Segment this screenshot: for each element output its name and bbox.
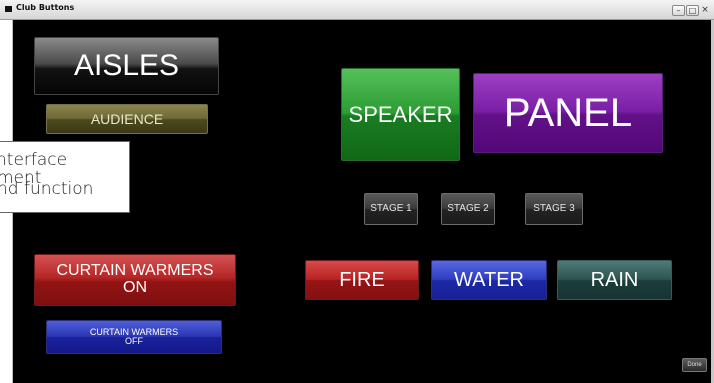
aisles-button[interactable]: AISLES (34, 37, 219, 95)
stage-1-button[interactable]: STAGE 1 (364, 193, 418, 225)
curtain-warmers-off-button[interactable]: CURTAIN WARMERS OFF (46, 320, 222, 354)
maximize-button[interactable]: □ (686, 4, 699, 16)
curtain-warmers-on-label: CURTAIN WARMERS (56, 262, 214, 280)
minimize-button[interactable]: – (672, 4, 685, 16)
curtain-warmers-on-state: ON (123, 279, 147, 296)
window-title: Club Buttons (16, 3, 75, 12)
callout-line-1: nterface (0, 150, 68, 170)
window-controls: – □ × (672, 3, 710, 17)
done-button[interactable]: Done (682, 358, 707, 372)
curtain-warmers-off-state: OFF (125, 336, 143, 346)
water-button[interactable]: WATER (431, 260, 547, 300)
panel-button[interactable]: PANEL (473, 73, 663, 153)
curtain-warmers-on-button[interactable]: CURTAIN WARMERS ON (34, 254, 236, 306)
callout-line-3: nd function (0, 179, 94, 199)
annotation-callout: nterface ment nd function (0, 141, 130, 213)
title-bar: Club Buttons – □ × (0, 0, 714, 20)
close-button[interactable]: × (700, 5, 710, 16)
stage-3-button[interactable]: STAGE 3 (525, 193, 583, 225)
stage-2-button[interactable]: STAGE 2 (441, 193, 495, 225)
rain-button[interactable]: RAIN (557, 260, 672, 300)
app-icon (5, 6, 12, 12)
speaker-button[interactable]: SPEAKER (341, 68, 460, 161)
fire-button[interactable]: FIRE (305, 260, 419, 300)
audience-button[interactable]: AUDIENCE (46, 104, 208, 134)
